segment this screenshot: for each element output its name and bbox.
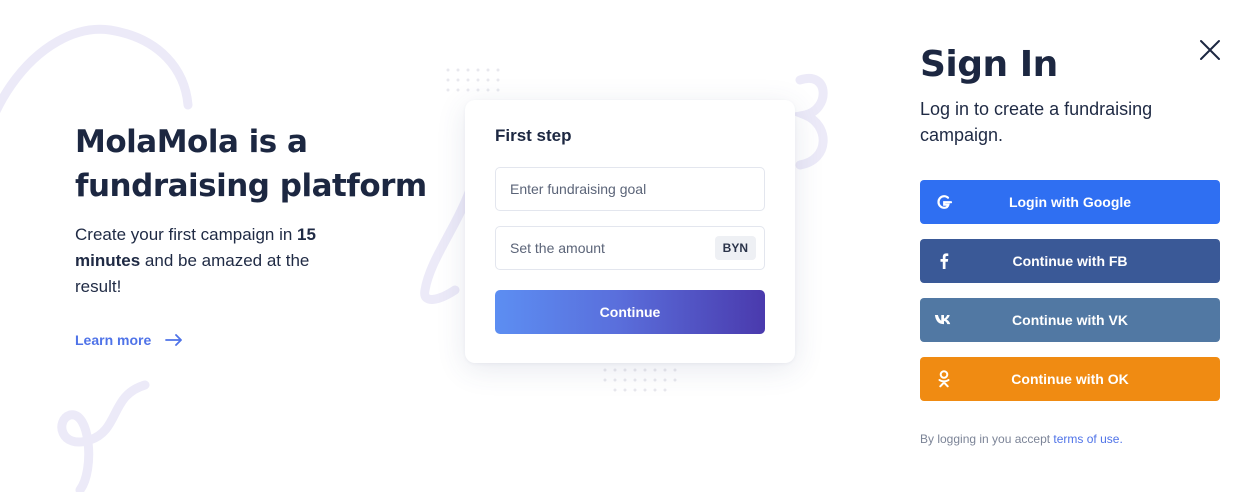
- learn-more-label: Learn more: [75, 332, 152, 348]
- hero-section: MolaMola is a fundraising platform Creat…: [75, 120, 435, 300]
- signin-subtitle: Log in to create a fundraising campaign.: [920, 99, 1153, 145]
- vk-icon: [934, 310, 954, 330]
- login-vk-button[interactable]: Continue with VK: [920, 298, 1220, 342]
- login-ok-button[interactable]: Continue with OK: [920, 357, 1220, 401]
- continue-button[interactable]: Continue: [495, 290, 765, 334]
- login-ok-label: Continue with OK: [1011, 371, 1129, 387]
- hero-subtitle: Create your first campaign in 15 minutes…: [75, 222, 345, 300]
- hero-title: MolaMola is a fundraising platform: [75, 124, 427, 204]
- learn-more-link[interactable]: Learn more: [75, 332, 183, 348]
- terms-of-use-link[interactable]: terms of use.: [1053, 432, 1122, 446]
- arrow-right-icon: [165, 334, 183, 346]
- signin-panel: Sign In Log in to create a fundraising c…: [920, 40, 1220, 148]
- legal-prefix: By logging in you accept: [920, 432, 1054, 446]
- login-facebook-label: Continue with FB: [1012, 253, 1128, 269]
- login-google-label: Login with Google: [1008, 194, 1132, 210]
- signin-title: Sign In: [920, 44, 1058, 85]
- login-vk-label: Continue with VK: [1012, 312, 1128, 328]
- card-title: First step: [495, 126, 572, 145]
- first-step-card: First step BYN Continue: [465, 100, 795, 363]
- legal-notice: By logging in you accept terms of use.: [920, 432, 1123, 446]
- login-google-button[interactable]: Login with Google: [920, 180, 1220, 224]
- login-facebook-button[interactable]: Continue with FB: [920, 239, 1220, 283]
- google-icon: [934, 192, 954, 212]
- goal-field: [495, 167, 765, 211]
- goal-input[interactable]: [510, 181, 756, 197]
- hero-subtitle-part1: Create your first campaign in: [75, 225, 298, 244]
- amount-input[interactable]: [510, 240, 715, 256]
- odnoklassniki-icon: [934, 369, 954, 389]
- facebook-icon: [934, 251, 954, 271]
- close-icon[interactable]: [1196, 36, 1224, 64]
- currency-badge[interactable]: BYN: [714, 236, 756, 260]
- amount-field: BYN: [495, 226, 765, 270]
